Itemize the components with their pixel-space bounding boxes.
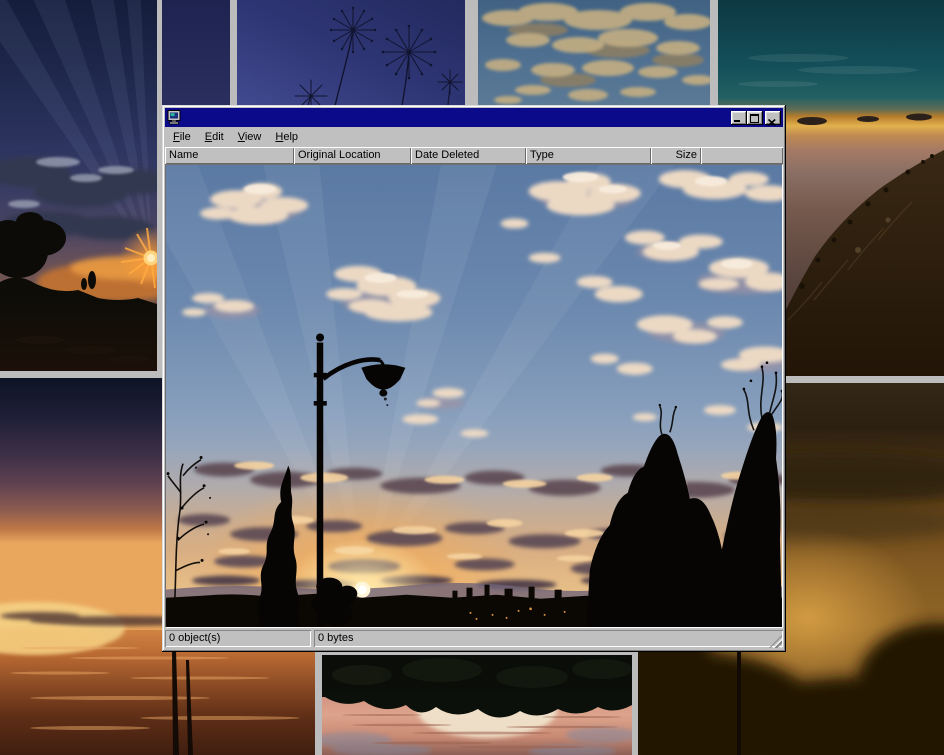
background-photo-water-reflection: [322, 655, 632, 755]
minimize-button[interactable]: [731, 111, 747, 125]
status-bar: 0 object(s) 0 bytes: [165, 628, 783, 649]
file-list-area[interactable]: [165, 164, 783, 628]
background-photo-cloud-field: [478, 0, 710, 106]
column-header-date-deleted[interactable]: Date Deleted: [411, 147, 526, 164]
column-header-stub: [701, 147, 783, 164]
status-objects: 0 object(s): [165, 630, 311, 647]
background-photo-plant-silhouettes: [237, 0, 465, 106]
title-bar[interactable]: [165, 108, 783, 127]
content-photo-sunset-lamp: [166, 165, 782, 627]
window-controls: [731, 111, 781, 125]
menu-view[interactable]: View: [231, 129, 269, 146]
maximize-icon: [750, 114, 759, 123]
column-header-name[interactable]: Name: [165, 147, 294, 164]
column-headers: Name Original Location Date Deleted Type…: [165, 147, 783, 164]
column-header-original-location[interactable]: Original Location: [294, 147, 411, 164]
desktop-collage: File Edit View Help Name Original Locati…: [0, 0, 944, 755]
menu-edit[interactable]: Edit: [198, 129, 231, 146]
close-icon: [768, 114, 776, 129]
close-button[interactable]: [765, 111, 781, 125]
recycle-bin-window: File Edit View Help Name Original Locati…: [162, 105, 786, 652]
minimize-icon: [734, 120, 740, 122]
my-computer-icon[interactable]: [167, 110, 183, 125]
column-header-size[interactable]: Size: [651, 147, 701, 164]
maximize-button[interactable]: [747, 111, 763, 125]
menu-help[interactable]: Help: [268, 129, 305, 146]
background-photo-dark-strip: [162, 0, 230, 105]
status-bytes: 0 bytes: [314, 630, 783, 647]
column-header-type[interactable]: Type: [526, 147, 651, 164]
menu-file[interactable]: File: [166, 129, 198, 146]
background-photo-sun-rays: [0, 0, 157, 371]
menu-bar: File Edit View Help: [165, 127, 783, 147]
